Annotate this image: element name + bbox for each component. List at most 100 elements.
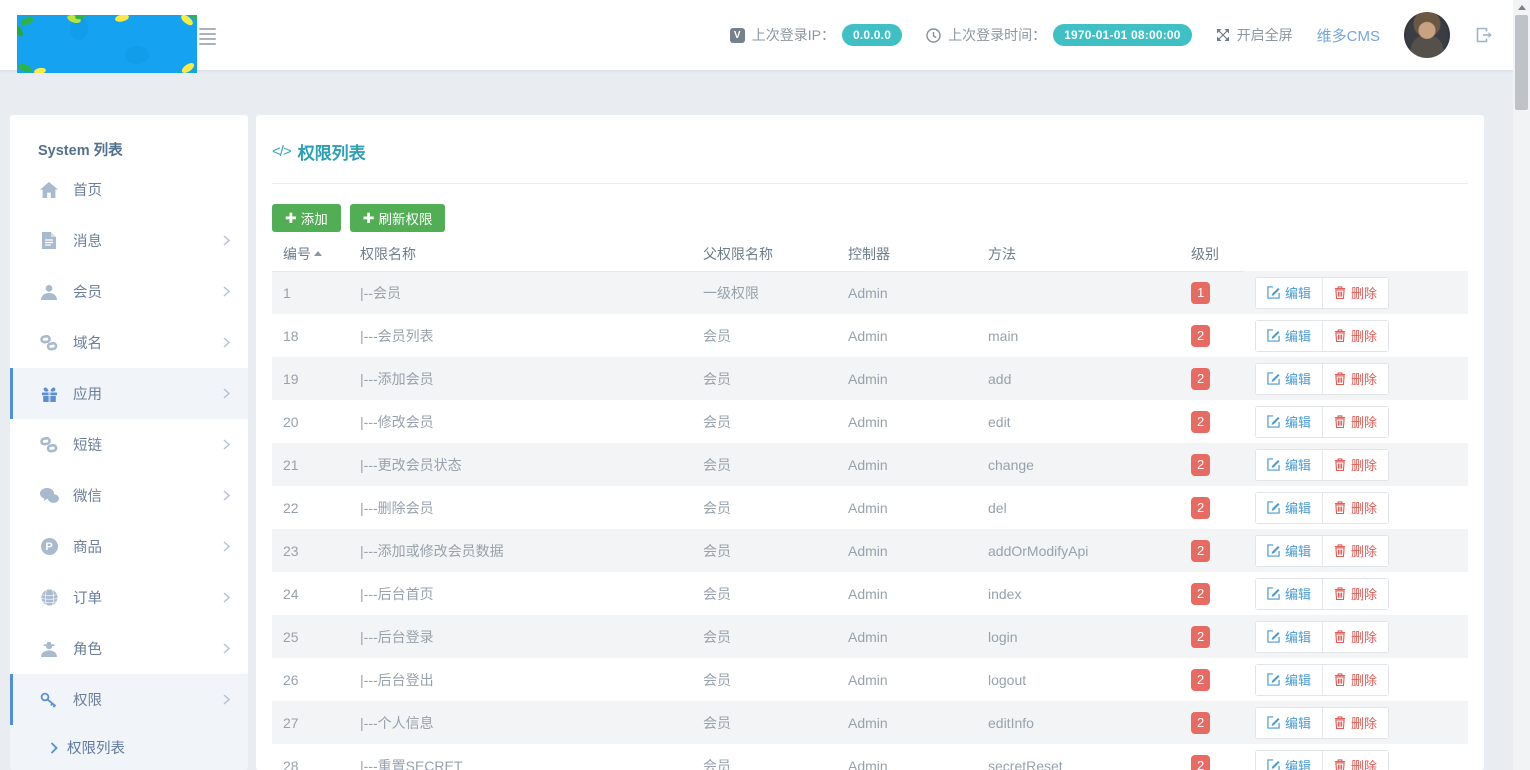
edit-button[interactable]: 编辑: [1256, 751, 1322, 770]
delete-button[interactable]: 删除: [1322, 622, 1388, 652]
sidebar-item-home[interactable]: 首页: [10, 164, 248, 215]
last-login-time: 上次登录时间： 1970-01-01 08:00:00: [926, 24, 1192, 46]
sidebar-submenu: 权限列表: [10, 725, 248, 770]
sidebar-subitem-permission-list[interactable]: 权限列表: [10, 725, 248, 770]
edit-button[interactable]: 编辑: [1256, 536, 1322, 566]
delete-button[interactable]: 删除: [1322, 321, 1388, 351]
edit-icon: [1267, 329, 1280, 342]
fullscreen-button[interactable]: 开启全屏: [1216, 25, 1293, 45]
sidebar-item-wechat[interactable]: 微信: [10, 470, 248, 521]
edit-icon: [1267, 544, 1280, 557]
ip-icon: V: [730, 28, 745, 43]
cell-method: [977, 271, 1180, 314]
code-icon: </>: [272, 143, 291, 160]
sidebar-item-messages[interactable]: 消息: [10, 215, 248, 266]
delete-button[interactable]: 删除: [1322, 536, 1388, 566]
delete-button[interactable]: 删除: [1322, 450, 1388, 480]
cell-id: 23: [272, 529, 349, 572]
delete-button[interactable]: 删除: [1322, 751, 1388, 770]
scrollbar-up-arrow[interactable]: [1513, 0, 1530, 15]
add-button[interactable]: ✚ 添加: [272, 204, 341, 232]
cell-method: logout: [977, 658, 1180, 701]
sidebar-item-roles[interactable]: 角色: [10, 623, 248, 674]
sidebar-section-title: System 列表: [10, 115, 248, 164]
cell-parent-name: 会员: [692, 443, 837, 486]
sidebar-item-members[interactable]: 会员: [10, 266, 248, 317]
edit-button[interactable]: 编辑: [1256, 665, 1322, 695]
vertical-scrollbar[interactable]: [1513, 0, 1530, 770]
edit-button[interactable]: 编辑: [1256, 493, 1322, 523]
delete-button[interactable]: 删除: [1322, 665, 1388, 695]
cell-level: 2: [1180, 615, 1244, 658]
last-login-time-label: 上次登录时间：: [948, 25, 1046, 45]
delete-button[interactable]: 删除: [1322, 708, 1388, 738]
edit-button[interactable]: 编辑: [1256, 708, 1322, 738]
logout-icon[interactable]: [1474, 25, 1494, 45]
cell-id: 27: [272, 701, 349, 744]
edit-button[interactable]: 编辑: [1256, 278, 1322, 308]
trash-icon: [1334, 286, 1346, 299]
cell-controller: Admin: [837, 314, 977, 357]
column-header-controller: 控制器: [837, 243, 977, 271]
edit-icon: [1267, 286, 1280, 299]
sidebar-item-permissions[interactable]: 权限: [10, 674, 248, 725]
delete-button[interactable]: 删除: [1322, 278, 1388, 308]
sidebar-item-domains[interactable]: 域名: [10, 317, 248, 368]
sidebar-item-orders[interactable]: 订单: [10, 572, 248, 623]
avatar[interactable]: [1404, 12, 1450, 58]
cell-level: 1: [1180, 271, 1244, 314]
chevron-right-icon: [223, 592, 230, 603]
cell-level: 2: [1180, 701, 1244, 744]
chevron-right-icon: [223, 643, 230, 654]
table-row: 19 |---添加会员 会员 Admin add 2 编辑 删除: [272, 357, 1468, 400]
edit-button[interactable]: 编辑: [1256, 321, 1322, 351]
cell-parent-name: 会员: [692, 314, 837, 357]
edit-button[interactable]: 编辑: [1256, 364, 1322, 394]
cell-level: 2: [1180, 529, 1244, 572]
column-header-id[interactable]: 编号: [272, 243, 349, 271]
scrollbar-thumb[interactable]: [1515, 15, 1528, 110]
cell-method: del: [977, 486, 1180, 529]
delete-button[interactable]: 删除: [1322, 579, 1388, 609]
cell-permission-name: |---个人信息: [349, 701, 692, 744]
edit-button[interactable]: 编辑: [1256, 579, 1322, 609]
sidebar-item-apps[interactable]: 应用: [10, 368, 248, 419]
cell-permission-name: |---后台登录: [349, 615, 692, 658]
cell-level: 2: [1180, 400, 1244, 443]
delete-button[interactable]: 删除: [1322, 493, 1388, 523]
trash-icon: [1334, 372, 1346, 385]
edit-icon: [1267, 630, 1280, 643]
site-name-link[interactable]: 维多CMS: [1317, 25, 1380, 46]
cell-actions: 编辑 删除: [1244, 572, 1468, 615]
chevron-right-icon: [223, 439, 230, 450]
refresh-permissions-button[interactable]: ✚ 刷新权限: [350, 204, 446, 232]
sidebar-item-products[interactable]: P 商品: [10, 521, 248, 572]
cell-method: index: [977, 572, 1180, 615]
cell-permission-name: |---删除会员: [349, 486, 692, 529]
edit-button[interactable]: 编辑: [1256, 407, 1322, 437]
delete-button[interactable]: 删除: [1322, 407, 1388, 437]
cell-id: 25: [272, 615, 349, 658]
delete-button[interactable]: 删除: [1322, 364, 1388, 394]
cell-parent-name: 会员: [692, 400, 837, 443]
logo[interactable]: [17, 15, 197, 73]
permission-icon: [38, 692, 60, 708]
sidebar-item-label: 应用: [73, 383, 102, 404]
sidebar-item-label: 首页: [73, 179, 102, 200]
cell-permission-name: |---重置SECRET: [349, 744, 692, 770]
sidebar-item-shortlinks[interactable]: 短链: [10, 419, 248, 470]
edit-button[interactable]: 编辑: [1256, 450, 1322, 480]
top-bar: V 上次登录IP： 0.0.0.0 上次登录时间： 1970-01-01 08:…: [0, 0, 1530, 70]
level-badge: 2: [1191, 712, 1210, 734]
cell-method: addOrModifyApi: [977, 529, 1180, 572]
cell-actions: 编辑 删除: [1244, 400, 1468, 443]
edit-icon: [1267, 587, 1280, 600]
shortlink-icon: [38, 437, 60, 453]
main-panel: </> 权限列表 ✚ 添加 ✚ 刷新权限 编号 权限名称 父权限名称 控制器 方…: [256, 115, 1484, 770]
cell-permission-name: |---修改会员: [349, 400, 692, 443]
last-login-ip-label: 上次登录IP：: [752, 25, 835, 45]
table-row: 18 |---会员列表 会员 Admin main 2 编辑 删除: [272, 314, 1468, 357]
menu-toggle-icon[interactable]: [199, 28, 216, 48]
table-row: 25 |---后台登录 会员 Admin login 2 编辑 删除: [272, 615, 1468, 658]
edit-button[interactable]: 编辑: [1256, 622, 1322, 652]
